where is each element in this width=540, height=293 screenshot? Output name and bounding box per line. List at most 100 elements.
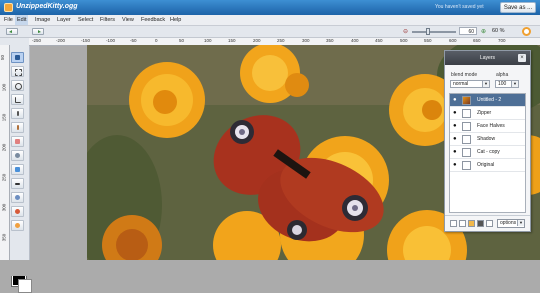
- blend-mode-label: blend mode: [451, 72, 478, 78]
- layers-panel: Layers × blend mode alpha normal ▼ 100 ▼…: [444, 50, 531, 232]
- ruler-label: 150: [228, 38, 236, 43]
- unsaved-status: You haven't saved yet: [435, 4, 484, 10]
- ruler-label: 350: [1, 233, 7, 242]
- layer-name: Face Halves: [477, 123, 505, 129]
- ruler-label: 0: [155, 38, 158, 43]
- redo-button[interactable]: [32, 28, 44, 35]
- save-as-button[interactable]: Save as ...: [500, 2, 536, 13]
- ruler-label: -200: [56, 38, 66, 43]
- menu-select[interactable]: Select: [76, 15, 95, 25]
- layer-thumbnail: [462, 161, 471, 170]
- layer-row[interactable]: ● Face Halves: [450, 120, 525, 133]
- zoom-slider-thumb[interactable]: [426, 28, 430, 35]
- menu-file[interactable]: File: [2, 15, 15, 25]
- move-tool-icon[interactable]: [11, 52, 24, 63]
- ruler-label: 250: [277, 38, 285, 43]
- dodge-tool-icon[interactable]: [11, 220, 24, 231]
- visibility-eye-icon[interactable]: ●: [453, 123, 459, 129]
- ruler-label: 200: [1, 143, 7, 152]
- options-button[interactable]: options ▼: [497, 219, 525, 228]
- alpha-label: alpha: [496, 72, 509, 78]
- layer-name: Zipper: [477, 110, 492, 116]
- layer-row[interactable]: ● Shadow: [450, 133, 525, 146]
- menu-help[interactable]: Help: [168, 15, 183, 25]
- layer-thumbnail: [462, 148, 471, 157]
- layer-row[interactable]: ● Cat - copy: [450, 146, 525, 159]
- ruler-label: 50: [0, 54, 6, 61]
- toolbar: ⊖ 60 ⊕ 60 %: [0, 26, 540, 38]
- ruler-label: 650: [473, 38, 481, 43]
- layer-list: ● Untitled - 2 ● Zipper ● Face Halves ● …: [449, 93, 526, 213]
- brush-tool-icon[interactable]: [11, 122, 24, 133]
- layer-thumbnail: [462, 122, 471, 131]
- layer-name: Original: [477, 162, 495, 168]
- status-bar: [0, 260, 540, 276]
- crop-tool-icon[interactable]: [11, 94, 24, 105]
- redo-icon: [38, 30, 41, 33]
- ruler-label: 100: [204, 38, 212, 43]
- layer-thumbnail: [462, 109, 471, 118]
- layer-row[interactable]: ● Untitled - 2: [450, 94, 525, 107]
- menu-image[interactable]: Image: [33, 15, 52, 25]
- layer-name: Shadow: [477, 136, 496, 142]
- app-logo-icon: [4, 3, 13, 12]
- undo-button[interactable]: [6, 28, 18, 35]
- select-tool-icon[interactable]: [11, 66, 24, 77]
- visibility-eye-icon[interactable]: ●: [453, 110, 459, 116]
- menu-edit[interactable]: Edit: [15, 15, 29, 25]
- new-layer-icon[interactable]: [450, 220, 457, 227]
- zoom-in-icon[interactable]: ⊕: [481, 28, 486, 35]
- background-color-swatch[interactable]: [18, 279, 32, 293]
- close-icon[interactable]: ×: [518, 54, 526, 62]
- visibility-eye-icon[interactable]: ●: [453, 136, 459, 142]
- layer-thumbnail: [462, 96, 471, 105]
- fill-tool-icon[interactable]: [11, 164, 24, 175]
- eyedropper-tool-icon[interactable]: [11, 108, 24, 119]
- eraser-tool-icon[interactable]: [11, 136, 24, 147]
- menu-bar: File Edit Image Layer Select Filters Vie…: [0, 15, 540, 26]
- document-title: UnzippedKitty.ogg: [16, 3, 78, 10]
- visibility-eye-icon[interactable]: ●: [453, 149, 459, 155]
- zoom-out-icon[interactable]: ⊖: [403, 28, 408, 35]
- lasso-tool-icon[interactable]: [11, 80, 24, 91]
- ruler-label: 600: [449, 38, 457, 43]
- delete-layer-icon[interactable]: [486, 220, 493, 227]
- blend-mode-select[interactable]: normal ▼: [450, 80, 490, 88]
- zoom-reset-icon[interactable]: [522, 27, 531, 36]
- lock-layer-icon[interactable]: [468, 220, 475, 227]
- layer-row[interactable]: ● Zipper: [450, 107, 525, 120]
- ruler-label: -250: [32, 38, 42, 43]
- merge-layer-icon[interactable]: [477, 220, 484, 227]
- ruler-label: 250: [1, 173, 7, 182]
- chevron-down-icon: ▼: [511, 81, 518, 87]
- smudge-tool-icon[interactable]: [11, 206, 24, 217]
- ruler-label: 50: [179, 38, 185, 43]
- undo-icon: [9, 30, 12, 33]
- menu-filters[interactable]: Filters: [98, 15, 117, 25]
- text-tool-icon[interactable]: [11, 178, 24, 189]
- duplicate-layer-icon[interactable]: [459, 220, 466, 227]
- options-label: options: [500, 220, 517, 226]
- layers-panel-header[interactable]: Layers ×: [445, 51, 530, 65]
- ruler-label: 550: [424, 38, 432, 43]
- chevron-down-icon: ▼: [517, 220, 524, 226]
- menu-feedback[interactable]: Feedback: [139, 15, 167, 25]
- ruler-label: 700: [498, 38, 506, 43]
- layer-name: Untitled - 2: [477, 97, 502, 103]
- ruler-label: -50: [130, 38, 137, 43]
- ruler-label: 200: [253, 38, 261, 43]
- visibility-eye-icon[interactable]: ●: [453, 97, 459, 103]
- clone-tool-icon[interactable]: [11, 150, 24, 161]
- alpha-input[interactable]: 100 ▼: [495, 80, 519, 88]
- ruler-label: -150: [81, 38, 91, 43]
- shape-tool-icon[interactable]: [11, 192, 24, 203]
- zoom-input[interactable]: 60: [459, 27, 477, 35]
- visibility-eye-icon[interactable]: ●: [453, 162, 459, 168]
- ruler-label: 100: [1, 83, 7, 92]
- menu-layer[interactable]: Layer: [55, 15, 73, 25]
- menu-view[interactable]: View: [120, 15, 136, 25]
- ruler-label: 300: [302, 38, 310, 43]
- ruler-label: 150: [1, 113, 7, 122]
- zoom-slider-track[interactable]: [412, 31, 456, 33]
- layer-row[interactable]: ● Original: [450, 159, 525, 172]
